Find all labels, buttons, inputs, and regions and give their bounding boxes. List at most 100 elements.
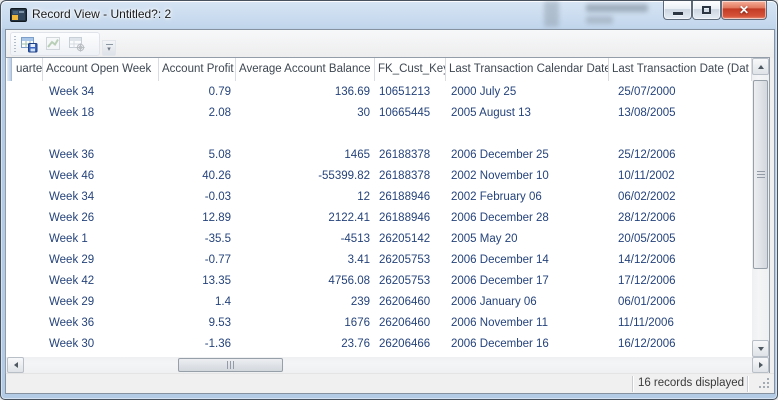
cell-quarter: [6, 292, 43, 313]
resize-grip[interactable]: [759, 378, 761, 380]
table-row[interactable]: Week 29 1.4 239 26206460 2006 January 06…: [6, 292, 752, 313]
cell-average-account-balance: 4756.08: [236, 271, 375, 292]
cell-last-transaction-date: 06/02/2002: [609, 187, 752, 208]
window-title: Record View - Untitled?: 2: [32, 7, 171, 21]
glass-reflection: [586, 4, 648, 12]
minimize-button[interactable]: [663, 1, 692, 20]
maximize-button[interactable]: [692, 1, 721, 20]
horizontal-scroll-thumb[interactable]: [178, 358, 283, 372]
cell-average-account-balance: -4513: [236, 229, 375, 250]
cell-average-account-balance: 3.41: [236, 250, 375, 271]
table-row[interactable]: Week 34 0.79 136.69 10651213 2000 July 2…: [6, 82, 752, 103]
vertical-scrollbar[interactable]: [752, 58, 769, 357]
column-header[interactable]: Last Transaction Date (Dat: [609, 58, 752, 81]
table-row[interactable]: Week 42 13.35 4756.08 26205753 2006 Dece…: [6, 271, 752, 292]
status-separator: [632, 376, 633, 392]
cell-account-profit: -0.03: [159, 187, 236, 208]
table-row[interactable]: [6, 124, 752, 145]
record-grid: uarter Account Open Week Account Profit …: [6, 58, 769, 373]
cell-account-profit: 1.4: [159, 292, 236, 313]
scroll-up-button[interactable]: [752, 58, 769, 75]
cell-account-profit: 2.08: [159, 103, 236, 124]
cell-average-account-balance: [236, 124, 375, 145]
cell-average-account-balance: -55399.82: [236, 166, 375, 187]
cell-last-transaction-date: 16/12/2006: [609, 334, 752, 355]
cell-last-transaction-date: 10/11/2002: [609, 166, 752, 187]
glass-reflection: [544, 1, 559, 27]
cell-fk-cust-key: 26206460: [375, 292, 446, 313]
cell-last-transaction-calendar-date: 2006 December 25: [446, 145, 609, 166]
toolbar-grip-handle[interactable]: [14, 36, 16, 52]
vertical-scroll-thumb[interactable]: [753, 80, 768, 269]
cell-quarter: [6, 229, 43, 250]
title-bar[interactable]: Record View - Untitled?: 2 ✕: [1, 1, 777, 30]
cell-quarter: [6, 82, 43, 103]
table-row[interactable]: Week 46 40.26 -55399.82 26188378 2002 No…: [6, 166, 752, 187]
cell-quarter: [6, 103, 43, 124]
column-header-label: FK_Cust_Key: [378, 63, 446, 75]
cell-quarter: [6, 145, 43, 166]
cell-account-profit: 13.35: [159, 271, 236, 292]
scroll-right-button[interactable]: [752, 357, 769, 373]
column-header[interactable]: Average Account Balance: [236, 58, 375, 81]
close-button[interactable]: ✕: [721, 1, 767, 20]
chart-line-icon: [44, 35, 62, 53]
cell-last-transaction-date: 14/12/2006: [609, 250, 752, 271]
cell-account-open-week: Week 1: [43, 229, 159, 250]
cell-last-transaction-date: 11/11/2006: [609, 313, 752, 334]
cell-last-transaction-date: 25/07/2000: [609, 82, 752, 103]
cell-account-open-week: [43, 124, 159, 145]
cell-last-transaction-date: 25/12/2006: [609, 145, 752, 166]
record-view-window: Record View - Untitled?: 2 ✕: [0, 0, 778, 400]
cell-fk-cust-key: [375, 124, 446, 145]
cell-quarter: [6, 271, 43, 292]
column-header[interactable]: Account Profit: [159, 58, 236, 81]
column-header[interactable]: FK_Cust_Key: [375, 58, 446, 81]
horizontal-scrollbar[interactable]: [6, 357, 769, 373]
table-row[interactable]: Week 34 -0.03 12 26188946 2002 February …: [6, 187, 752, 208]
chart-view-button[interactable]: [42, 33, 64, 55]
cell-last-transaction-date: 20/05/2005: [609, 229, 752, 250]
cell-last-transaction-calendar-date: 2006 December 17: [446, 271, 609, 292]
cell-fk-cust-key: 26188946: [375, 208, 446, 229]
grid-body: Week 34 0.79 136.69 10651213 2000 July 2…: [6, 81, 752, 357]
cell-last-transaction-calendar-date: 2002 February 06: [446, 187, 609, 208]
cell-quarter: [6, 166, 43, 187]
scroll-down-button[interactable]: [752, 340, 769, 357]
cell-last-transaction-calendar-date: 2006 November 11: [446, 313, 609, 334]
grid-header-row: uarter Account Open Week Account Profit …: [6, 58, 752, 81]
cell-last-transaction-date: [609, 124, 752, 145]
table-row[interactable]: Week 18 2.08 30 10665445 2005 August 13 …: [6, 103, 752, 124]
table-gear-icon: [68, 35, 86, 53]
scroll-left-button[interactable]: [7, 357, 24, 373]
cell-account-open-week: Week 36: [43, 145, 159, 166]
cell-last-transaction-calendar-date: 2006 December 28: [446, 208, 609, 229]
cell-account-profit: 9.53: [159, 313, 236, 334]
cell-average-account-balance: 1465: [236, 145, 375, 166]
cell-average-account-balance: 12: [236, 187, 375, 208]
table-row[interactable]: Week 1 -35.5 -4513 26205142 2005 May 20 …: [6, 229, 752, 250]
view-settings-button[interactable]: [66, 33, 88, 55]
column-header[interactable]: Account Open Week: [43, 58, 159, 81]
table-row[interactable]: Week 29 -0.77 3.41 26205753 2006 Decembe…: [6, 250, 752, 271]
cell-last-transaction-calendar-date: 2005 May 20: [446, 229, 609, 250]
column-header-label: Last Transaction Calendar Date: [449, 63, 609, 75]
cell-last-transaction-date: 17/12/2006: [609, 271, 752, 292]
toolbar-overflow-button[interactable]: ▾: [102, 40, 116, 56]
table-row[interactable]: Week 26 12.89 2122.41 26188946 2006 Dece…: [6, 208, 752, 229]
table-save-icon: [20, 35, 38, 53]
cell-account-profit: -1.36: [159, 334, 236, 355]
cell-fk-cust-key: 26206460: [375, 313, 446, 334]
record-view-button[interactable]: [18, 33, 40, 55]
cell-average-account-balance: 2122.41: [236, 208, 375, 229]
arrow-down-icon: [758, 347, 764, 351]
status-separator: [747, 376, 748, 392]
cell-fk-cust-key: 26205753: [375, 271, 446, 292]
table-row[interactable]: Week 30 -1.36 23.76 26206466 2006 Decemb…: [6, 334, 752, 355]
table-row[interactable]: Week 36 9.53 1676 26206460 2006 November…: [6, 313, 752, 334]
cell-last-transaction-date: 06/01/2006: [609, 292, 752, 313]
cell-quarter: [6, 208, 43, 229]
table-row[interactable]: Week 36 5.08 1465 26188378 2006 December…: [6, 145, 752, 166]
column-header[interactable]: Last Transaction Calendar Date: [446, 58, 609, 81]
cell-account-profit: 0.79: [159, 82, 236, 103]
